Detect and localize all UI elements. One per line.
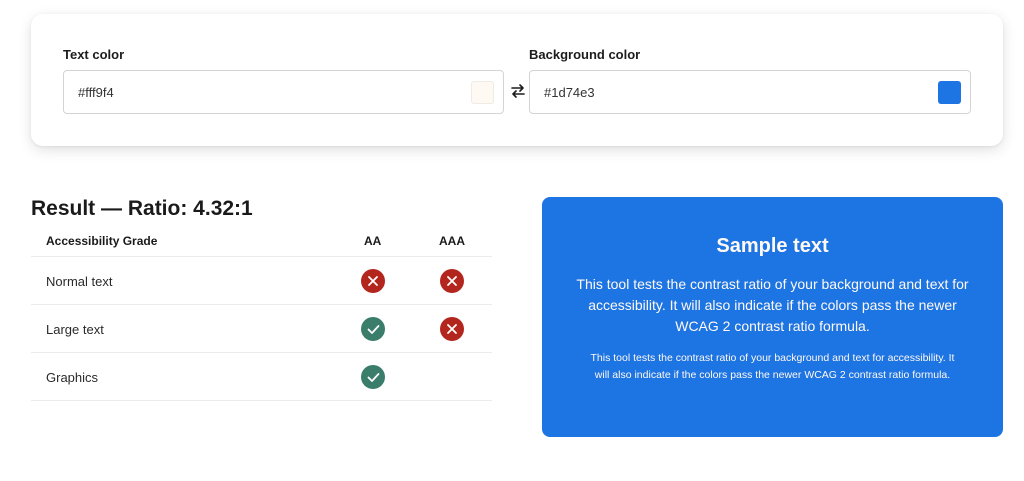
row-label: Large text	[46, 322, 104, 337]
background-color-input[interactable]	[544, 71, 924, 113]
background-color-swatch[interactable]	[938, 81, 961, 104]
table-row-graphics: Graphics	[31, 353, 492, 401]
sample-small-text: This tool tests the contrast ratio of yo…	[590, 352, 955, 381]
background-color-label: Background color	[529, 47, 641, 62]
fail-icon	[440, 317, 464, 341]
fail-icon	[440, 269, 464, 293]
sample-large-text: This tool tests the contrast ratio of yo…	[576, 276, 969, 334]
row-label: Graphics	[46, 370, 99, 385]
table-header: Accessibility Grade AA AAA	[31, 225, 492, 257]
result-title: Result — Ratio: 4.32:1	[31, 197, 253, 220]
swap-colors-button[interactable]	[509, 82, 527, 100]
text-color-field[interactable]	[63, 70, 504, 114]
text-color-input[interactable]	[78, 71, 458, 113]
fail-icon	[361, 269, 385, 293]
table-row-large-text: Large text	[31, 305, 492, 353]
sample-title: Sample text	[716, 235, 829, 257]
accessibility-grade-table: Accessibility Grade AA AAA Normal text L…	[31, 225, 492, 401]
pass-icon	[361, 317, 385, 341]
color-input-card: Text color Background color	[31, 14, 1003, 146]
background-color-field[interactable]	[529, 70, 971, 114]
text-color-swatch[interactable]	[471, 81, 494, 104]
row-label: Normal text	[46, 274, 113, 289]
column-header-aaa: AAA	[439, 234, 465, 248]
table-row-normal-text: Normal text	[31, 257, 492, 305]
sample-preview: Sample text This tool tests the contrast…	[542, 197, 1003, 437]
column-header-grade: Accessibility Grade	[46, 234, 158, 248]
swap-arrows-icon	[511, 84, 525, 98]
pass-icon	[361, 365, 385, 389]
column-header-aa: AA	[364, 234, 382, 248]
text-color-label: Text color	[63, 47, 125, 62]
